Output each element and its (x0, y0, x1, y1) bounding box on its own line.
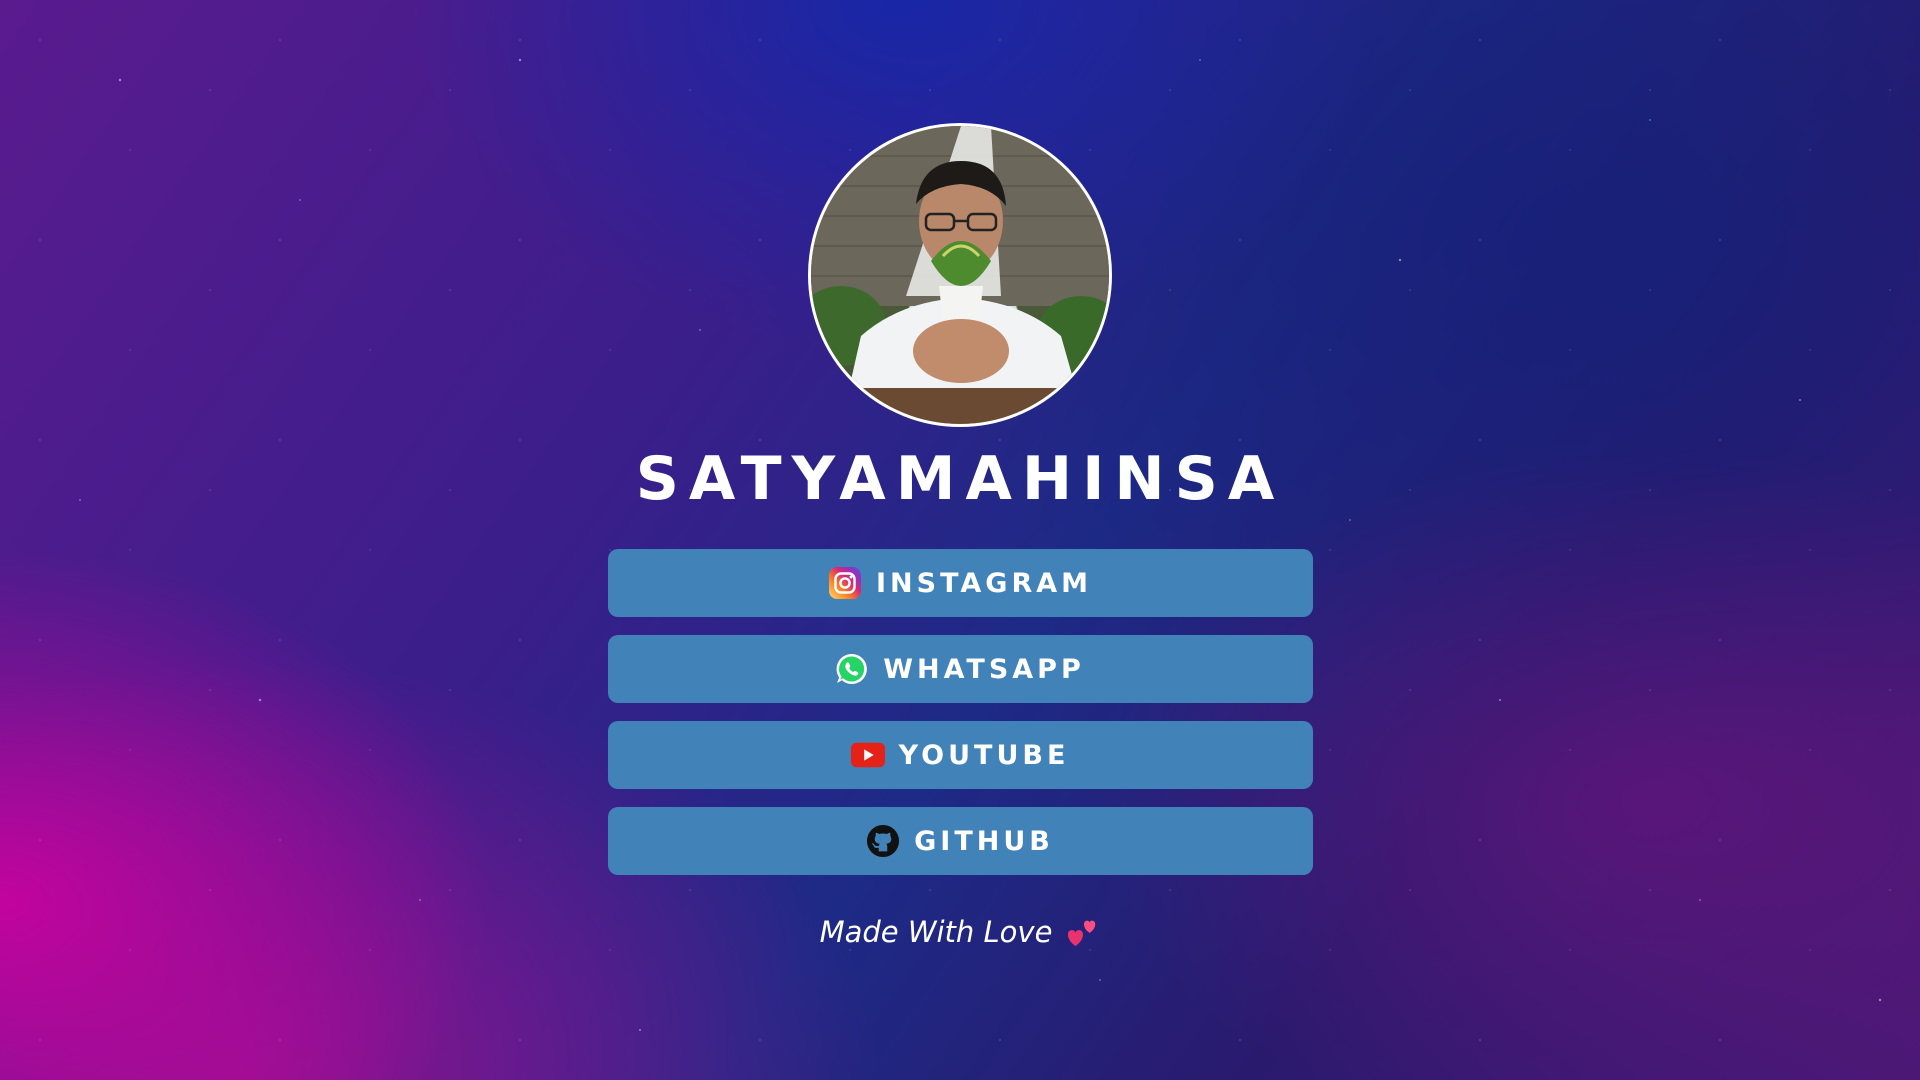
youtube-icon (850, 738, 885, 772)
instagram-label: INSTAGRAM (875, 567, 1093, 599)
youtube-label: YOUTUBE (898, 739, 1070, 771)
instagram-icon (828, 566, 862, 600)
whatsapp-icon (835, 652, 869, 686)
youtube-button[interactable]: YOUTUBE (607, 721, 1313, 789)
github-label: GITHUB (914, 825, 1054, 857)
profile-card: SATYAMAHINSA INSTAGRAM WHATSAPP YOUTUBE … (0, 0, 1920, 949)
instagram-button[interactable]: INSTAGRAM (607, 549, 1313, 617)
whatsapp-button[interactable]: WHATSAPP (607, 635, 1313, 703)
footer-text: Made With Love (819, 915, 1053, 949)
page-title: SATYAMAHINSA (635, 444, 1285, 514)
github-button[interactable]: GITHUB (607, 807, 1313, 875)
github-icon (866, 824, 900, 858)
links-list: INSTAGRAM WHATSAPP YOUTUBE GITHUB (607, 549, 1313, 875)
avatar-photo (811, 126, 1109, 424)
two-hearts-icon (1066, 915, 1100, 949)
avatar (808, 123, 1112, 427)
footer: Made With Love (820, 915, 1101, 949)
whatsapp-label: WHATSAPP (883, 653, 1085, 685)
